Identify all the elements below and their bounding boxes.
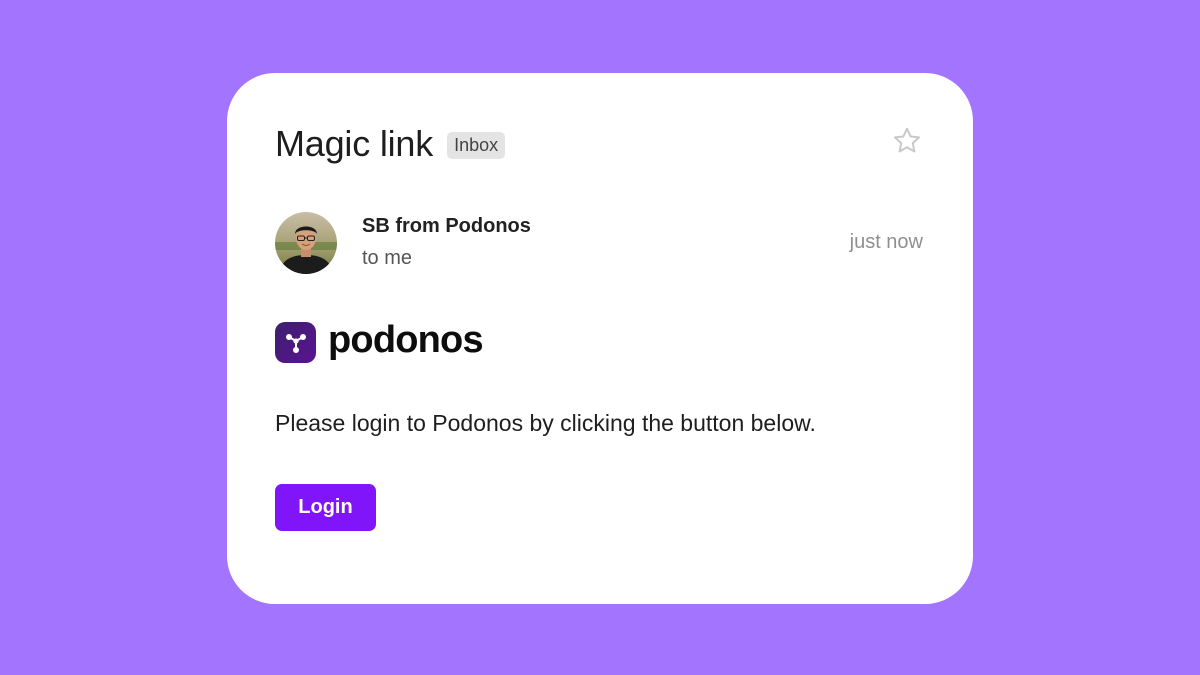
email-card: Magic link Inbox SB from Podonos to me j…: [227, 73, 973, 604]
podonos-logo-icon: [275, 322, 316, 363]
login-button[interactable]: Login: [275, 484, 376, 531]
brand-logo: podonos: [275, 319, 484, 363]
star-icon[interactable]: [891, 125, 923, 157]
sender-name[interactable]: SB from Podonos: [362, 215, 531, 238]
email-body-text: Please login to Podonos by clicking the …: [275, 410, 816, 436]
avatar-photo: [275, 212, 337, 274]
recipient-line[interactable]: to me: [362, 247, 412, 270]
subject-row: Magic link Inbox: [275, 123, 506, 165]
inbox-label-badge[interactable]: Inbox: [447, 131, 506, 159]
sender-avatar: [275, 212, 337, 274]
timestamp: just now: [849, 231, 923, 253]
email-subject: Magic link: [275, 123, 434, 164]
brand-wordmark: podonos: [328, 319, 484, 361]
